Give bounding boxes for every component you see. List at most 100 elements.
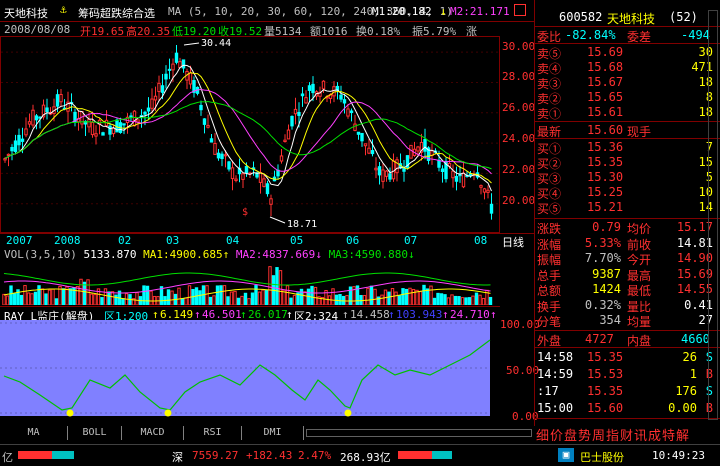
vertical-scrollbar[interactable] <box>708 10 718 420</box>
candle-body <box>160 85 165 93</box>
volume-bar <box>30 293 34 305</box>
tick-vol: 26 <box>682 350 697 364</box>
volume-bar <box>310 285 314 305</box>
signal-dot <box>164 409 172 417</box>
info-date: 2008/08/08 <box>4 23 71 36</box>
candle-body <box>27 121 32 125</box>
tick-price: 15.35 <box>587 384 624 398</box>
candle-body <box>363 143 368 147</box>
market-amount: 268.93亿 <box>340 451 391 464</box>
volume-bar <box>201 285 206 305</box>
volume-bar <box>107 291 111 305</box>
candle-body <box>356 131 361 135</box>
volume-bar <box>467 297 472 305</box>
stat-label-1: 涨幅 <box>537 237 562 252</box>
tab-boll[interactable]: BOLL <box>68 426 122 440</box>
volume-bar <box>488 296 493 305</box>
volume-bar <box>247 298 251 305</box>
candle-body <box>94 133 98 137</box>
stat-label-2: 最低 <box>627 284 652 298</box>
volume-bar <box>268 266 272 305</box>
candle-body <box>59 93 63 103</box>
candle-body <box>486 189 490 193</box>
volume-bar <box>149 290 153 305</box>
volume-bar <box>121 298 125 305</box>
candle-body <box>384 170 389 177</box>
candle-body <box>199 104 203 111</box>
volume-bar <box>79 278 83 305</box>
volume-bar <box>145 285 150 305</box>
volume-bar <box>40 288 45 305</box>
status-bar: 亿 深 7559.27 +182.43 2.47% 268.93亿 ▣ 巴士股份… <box>0 444 720 466</box>
volume-bar <box>303 291 307 305</box>
candle-body <box>157 82 161 92</box>
volume-bar <box>257 291 262 305</box>
tick-time: 14:58 <box>537 350 574 364</box>
date-axis: 2007 2008 02 03 04 05 06 07 08 日线 <box>0 233 534 250</box>
formula-name[interactable]: 筹码超跌综合选 <box>78 5 155 21</box>
horizontal-scrollbar[interactable] <box>306 429 532 437</box>
tab-ma[interactable]: MA <box>0 426 68 440</box>
candle-body <box>304 97 308 104</box>
stock-name[interactable]: 天地科技 <box>4 5 48 21</box>
volume-bar <box>464 297 468 305</box>
volume-bar <box>289 297 293 305</box>
volume-bar <box>33 291 38 305</box>
candle-body <box>381 169 385 182</box>
volume-bar <box>12 293 17 305</box>
volume-bar <box>110 291 115 305</box>
maximize-icon[interactable] <box>514 4 526 16</box>
stat-row: 总额 1424 最低 14.55 <box>535 282 717 298</box>
market-index: 7559.27 <box>192 449 239 462</box>
signal-dot <box>66 409 74 417</box>
volume-bar <box>373 288 377 305</box>
candle-body <box>297 111 301 116</box>
volume-bar <box>436 292 440 305</box>
volume-bar <box>380 294 384 305</box>
tick-vol: 1 <box>689 367 697 381</box>
candle-body <box>216 152 221 159</box>
tick-time: 14:59 <box>537 367 574 381</box>
high-mark: 30.44 <box>201 38 231 49</box>
candle-body <box>293 108 298 115</box>
stat-label-2: 最高 <box>627 268 652 283</box>
period-label[interactable]: 日线 <box>502 234 524 250</box>
stat-value-1: 354 <box>599 313 621 327</box>
candle-body <box>220 153 224 160</box>
stock-name-right: 天地科技 <box>607 12 656 26</box>
news-ticker[interactable]: 巴士股份 <box>580 449 624 465</box>
volume-bar <box>254 285 258 305</box>
buy-row: 买② 15.35 15 <box>535 155 717 171</box>
tab-dmi[interactable]: DMI <box>242 426 304 440</box>
market-change: +182.43 <box>246 449 293 462</box>
buy-label: 买⑤ <box>537 202 562 216</box>
tab-rsi[interactable]: RSI <box>184 426 242 440</box>
volume-chart[interactable] <box>0 247 500 305</box>
y-tick: 30.00 <box>502 40 536 53</box>
x-tick: 02 <box>118 234 132 247</box>
candle-body <box>283 139 287 143</box>
candle-body <box>461 172 466 188</box>
kline-chart[interactable]: 30.44 18.71 $ <box>0 36 500 233</box>
stat-value-1: 9387 <box>592 266 621 281</box>
indicator-chart[interactable] <box>0 320 500 420</box>
candle-body <box>6 153 11 156</box>
outer-value: 4727 <box>585 332 614 346</box>
news-icon[interactable]: ▣ <box>558 448 574 462</box>
volume-bar <box>19 294 24 305</box>
volume-bar <box>432 297 437 305</box>
tick-row: 15:00 15.60 0.00 B <box>535 401 717 416</box>
volume-bar <box>208 296 213 305</box>
volume-bar <box>275 267 279 305</box>
tab-macd[interactable]: MACD <box>122 426 184 440</box>
volume-bar <box>103 288 108 305</box>
candle-body <box>339 94 343 100</box>
stat-row: 总手 9387 最高 15.69 <box>535 266 717 283</box>
candle-body <box>482 188 487 193</box>
candle-body <box>300 93 305 97</box>
x-tick: 2008 <box>54 234 81 247</box>
quote-menu[interactable]: 细价盘势周指财讯成特解 <box>536 425 690 444</box>
volume-bar <box>443 294 447 305</box>
volume-bar <box>93 294 97 305</box>
candle-body <box>286 129 291 140</box>
